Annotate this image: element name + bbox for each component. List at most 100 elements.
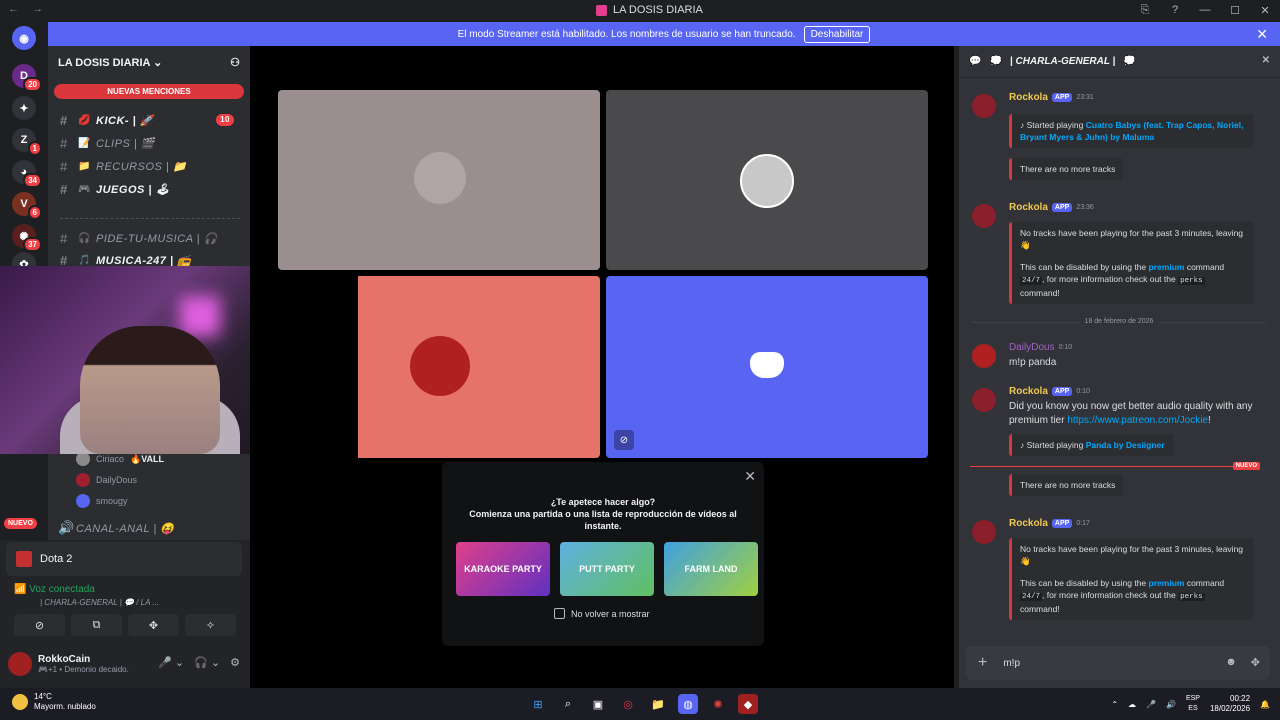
close-chat-icon[interactable]: ✕ bbox=[1262, 55, 1270, 66]
channel-emoji: 📁 bbox=[78, 160, 91, 172]
close-icon[interactable]: ✕ bbox=[744, 468, 756, 485]
game-activity[interactable]: Dota 2 bbox=[6, 542, 242, 576]
task-view-icon[interactable]: ▣ bbox=[588, 694, 608, 714]
search-icon[interactable]: ⌕ bbox=[558, 694, 578, 714]
channel-emoji: 📝 bbox=[78, 137, 91, 149]
activities-button[interactable]: ✥ bbox=[128, 614, 179, 636]
server-icon-4[interactable]: ◕ 34 bbox=[12, 160, 42, 188]
author-name[interactable]: Rockola bbox=[1009, 202, 1048, 213]
timestamp: 0:17 bbox=[1076, 520, 1090, 527]
threads-icon[interactable]: 💬 bbox=[969, 56, 981, 67]
chat-message: Rockola APP 0:17 No tracks have been pla… bbox=[972, 518, 1272, 628]
close-window-button[interactable]: ✕ bbox=[1250, 4, 1280, 17]
avatar[interactable] bbox=[972, 94, 996, 118]
voice-connected-status[interactable]: 📶 Voz conectada bbox=[14, 584, 95, 595]
voice-user-name: DailyDous bbox=[96, 475, 138, 485]
language-indicator[interactable]: ESP ES bbox=[1186, 694, 1200, 714]
patreon-link[interactable]: https://www.patreon.com/Jockie bbox=[1067, 415, 1208, 426]
apps-icon[interactable]: ✥ bbox=[1251, 656, 1260, 669]
server-icon-6[interactable]: ✺ 37 bbox=[12, 224, 42, 252]
soundboard-button[interactable]: ✧ bbox=[185, 614, 236, 636]
minimize-button[interactable]: — bbox=[1190, 4, 1220, 16]
activity-card-karaoke[interactable]: KARAOKE PARTY bbox=[456, 542, 550, 596]
invite-icon[interactable]: ⚇ bbox=[230, 56, 240, 69]
maximize-button[interactable]: ☐ bbox=[1220, 4, 1250, 17]
tray-chevron-icon[interactable]: ⌃ bbox=[1111, 700, 1118, 709]
video-tile[interactable]: ⊘ bbox=[606, 276, 928, 458]
mic-icon[interactable]: 🎤 ⌄ bbox=[158, 656, 184, 669]
avatar[interactable] bbox=[8, 652, 32, 676]
title-bar: ← → LA DOSIS DIARIA ⎘ ? — ☐ ✕ bbox=[0, 0, 1280, 20]
premium-link[interactable]: premium bbox=[1149, 578, 1185, 588]
premium-link[interactable]: premium bbox=[1149, 262, 1185, 272]
opera-icon[interactable]: ◎ bbox=[618, 694, 638, 714]
voice-user[interactable]: smougy bbox=[76, 492, 128, 510]
server-icon-2[interactable]: ✦ bbox=[12, 96, 36, 120]
camera-off-button[interactable]: ⊘ bbox=[14, 614, 65, 636]
dota-taskbar-icon[interactable]: ◆ bbox=[738, 694, 758, 714]
author-name[interactable]: DailyDous bbox=[1009, 342, 1055, 353]
notification-icon[interactable]: 🔔 bbox=[1260, 700, 1270, 709]
message-embed: There are no more tracks bbox=[1009, 158, 1124, 180]
start-icon[interactable]: ⊞ bbox=[528, 694, 548, 714]
file-explorer-icon[interactable]: 📁 bbox=[648, 694, 668, 714]
discord-taskbar-icon[interactable]: ◍ bbox=[678, 694, 698, 714]
weather-widget[interactable]: 14°C Mayorm. nublado bbox=[12, 692, 96, 712]
help-icon[interactable]: ? bbox=[1160, 4, 1190, 16]
game-title: PUTT PARTY bbox=[579, 564, 635, 574]
message-input[interactable]: + m!p ☻ ✥ bbox=[966, 646, 1270, 680]
back-icon[interactable]: ← bbox=[8, 3, 19, 15]
server-icon-3[interactable]: Z1 bbox=[12, 128, 42, 156]
activity-card-putt[interactable]: PUTT PARTY bbox=[560, 542, 654, 596]
message-input-value[interactable]: m!p bbox=[1003, 658, 1020, 669]
video-tile[interactable] bbox=[358, 276, 600, 458]
channel-recursos[interactable]: # 📁 RECURSOS | 📁 bbox=[60, 157, 242, 175]
close-banner-icon[interactable]: ✕ bbox=[1256, 26, 1268, 43]
clock[interactable]: 00:22 18/02/2026 bbox=[1210, 694, 1250, 714]
channel-kick[interactable]: # 💋 KICK- | 🚀 10 bbox=[60, 111, 242, 129]
disable-streamer-button[interactable]: Deshabilitar bbox=[803, 25, 871, 43]
settings-gear-icon[interactable]: ⚙ bbox=[230, 656, 240, 669]
avatar[interactable] bbox=[972, 204, 996, 228]
avatar bbox=[414, 152, 466, 204]
avatar[interactable] bbox=[972, 388, 996, 412]
dont-show-again[interactable]: No volver a mostrar bbox=[554, 608, 650, 619]
channel-pide-tu-musica[interactable]: # 🎧 PIDE-TU-MUSICA | 🎧 bbox=[60, 229, 242, 247]
activity-card-farm[interactable]: FARM LAND bbox=[664, 542, 758, 596]
message-header: Rockola APP 0:17 bbox=[1009, 518, 1090, 529]
mic-tray-icon[interactable]: 🎤 bbox=[1146, 700, 1156, 709]
emoji-icon[interactable]: ☻ bbox=[1225, 656, 1237, 669]
song-link[interactable]: Panda by Desiigner bbox=[1086, 440, 1165, 450]
webcam-light bbox=[180, 296, 220, 336]
server-icon-5[interactable]: V6 bbox=[12, 192, 42, 220]
cloud-icon[interactable]: ☁ bbox=[1128, 700, 1136, 709]
avatar[interactable] bbox=[972, 344, 996, 368]
voice-user[interactable]: DailyDous bbox=[76, 471, 137, 489]
channel-juegos[interactable]: # 🎮 JUEGOS | 🕹 bbox=[60, 180, 242, 198]
video-tile[interactable] bbox=[606, 90, 928, 270]
mention-badge: 37 bbox=[23, 237, 42, 252]
channel-emoji: 🎮 bbox=[78, 183, 91, 195]
author-name[interactable]: Rockola bbox=[1009, 518, 1048, 529]
home-button[interactable]: ◉ bbox=[12, 26, 36, 50]
embed-footer: This can be disabled by using the premiu… bbox=[1020, 577, 1245, 615]
forward-icon[interactable]: → bbox=[32, 3, 43, 15]
app-icon[interactable]: ✺ bbox=[708, 694, 728, 714]
author-name[interactable]: Rockola bbox=[1009, 386, 1048, 397]
avatar[interactable] bbox=[972, 520, 996, 544]
attach-plus-icon[interactable]: + bbox=[978, 654, 987, 672]
channel-clips[interactable]: # 📝 CLIPS | 🎬 bbox=[60, 134, 242, 152]
headphones-icon[interactable]: 🎧 ⌄ bbox=[194, 656, 220, 669]
timestamp: 0:10 bbox=[1076, 388, 1090, 395]
inbox-icon[interactable]: ⎘ bbox=[1130, 4, 1160, 17]
new-mentions-pill[interactable]: NUEVAS MENCIONES bbox=[54, 84, 244, 99]
author-name[interactable]: Rockola bbox=[1009, 92, 1048, 103]
video-tile[interactable] bbox=[278, 90, 600, 270]
voice-channel-canal-anal[interactable]: 🔊 CANAL-ANAL | 😝 bbox=[58, 519, 248, 537]
checkbox[interactable] bbox=[554, 608, 565, 619]
avatar bbox=[410, 336, 470, 396]
screen-share-button[interactable]: ⧉ bbox=[71, 614, 122, 636]
server-header[interactable]: LA DOSIS DIARIA ⌄ ⚇ bbox=[48, 46, 250, 78]
server-icon-daily[interactable]: D 20 bbox=[12, 64, 42, 92]
volume-icon[interactable]: 🔊 bbox=[1166, 700, 1176, 709]
